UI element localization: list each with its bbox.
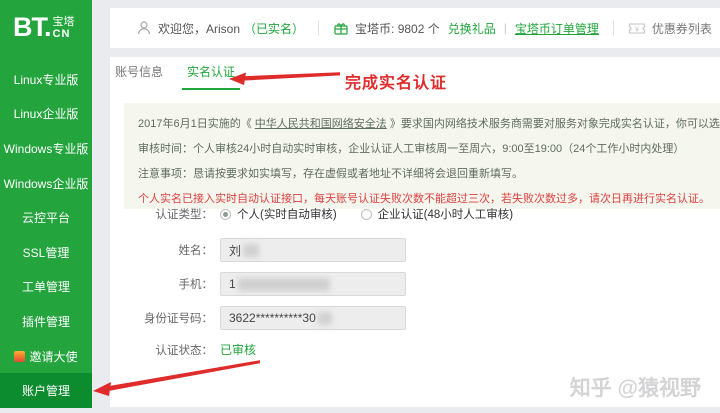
- welcome-text: 欢迎您，Arison: [158, 20, 240, 37]
- notice-line-review-time: 审核时间：个人审核24小时自动实时审核，企业认证人工审核周一至周六，9:00至1…: [138, 137, 720, 162]
- redaction-blur: [238, 278, 330, 291]
- name-label: 姓名：: [110, 242, 213, 258]
- sidebar-item-label: Linux企业版: [14, 105, 79, 122]
- sidebar-item-account-management[interactable]: 账户管理: [0, 373, 92, 408]
- tab-account-info[interactable]: 账号信息: [110, 57, 168, 90]
- pipe-separator: |: [504, 21, 507, 35]
- coin-balance: 宝塔币: 9802 个: [355, 20, 440, 37]
- status-row: 认证状态： 已审核: [110, 341, 256, 358]
- sidebar-item-linux-enterprise[interactable]: Linux企业版: [0, 97, 92, 132]
- annotation-complete-verification: 完成实名认证: [345, 69, 447, 93]
- verification-type-row: 认证类型： 个人(实时自动审核) 企业认证(48小时人工审核): [110, 206, 537, 222]
- gift-icon: [333, 20, 349, 36]
- notice-line-caution: 注意事项：恳请按要求如实填写，存在虚假或者地址不详细将会退回重新填写。: [138, 162, 720, 187]
- notice-text: 2017年6月1日实施的《: [138, 118, 255, 130]
- main-content: 账号信息 实名认证 2017年6月1日实施的《 中华人民共和国网络安全法 》要求…: [110, 57, 720, 407]
- divider: [613, 20, 614, 36]
- notice-text: 》要求国内网络技术服务商需要对服务对象完成实名认证，你可以选择任意一种方式完成认…: [387, 118, 720, 130]
- notice-box: 2017年6月1日实施的《 中华人民共和国网络安全法 》要求国内网络技术服务商需…: [124, 103, 720, 209]
- radio-personal-label[interactable]: 个人(实时自动审核): [237, 206, 337, 222]
- phone-row: 手机： 1: [110, 272, 406, 296]
- exchange-gifts-link[interactable]: 兑换礼品: [448, 20, 496, 37]
- page: BT. 宝塔 CN Linux专业版 Linux企业版 Windows专业版 W…: [0, 0, 720, 413]
- sidebar-item-plugins[interactable]: 插件管理: [0, 304, 92, 339]
- svg-text:¥: ¥: [635, 26, 639, 33]
- invite-ambassador-icon: [14, 351, 25, 362]
- coin-section: 宝塔币: 9802 个 兑换礼品 | 宝塔币订单管理: [333, 20, 599, 37]
- coupons-section: ¥ 优惠券列表: [628, 20, 712, 37]
- status-label: 认证状态：: [110, 342, 213, 358]
- sidebar-item-label: Linux专业版: [14, 71, 79, 88]
- logo-bt-text: BT.: [13, 14, 51, 41]
- sidebar-item-linux-pro[interactable]: Linux专业版: [0, 62, 92, 97]
- id-number-value: 3622**********30: [229, 311, 316, 325]
- phone-label: 手机：: [110, 276, 213, 292]
- user-icon: [136, 20, 152, 36]
- sidebar-item-label: 账户管理: [22, 382, 70, 399]
- sidebar-item-ssl[interactable]: SSL管理: [0, 235, 92, 270]
- tab-bar: 账号信息 实名认证: [110, 57, 240, 90]
- name-input[interactable]: 刘: [220, 238, 406, 262]
- logo-cn-text: CN: [53, 28, 75, 40]
- id-number-row: 身份证号码： 3622**********30: [110, 306, 406, 330]
- sidebar-item-windows-pro[interactable]: Windows专业版: [0, 131, 92, 166]
- id-number-label: 身份证号码：: [110, 310, 213, 326]
- sidebar-menu: Linux专业版 Linux企业版 Windows专业版 Windows企业版 …: [0, 62, 92, 408]
- sidebar-item-label: SSL管理: [23, 244, 70, 261]
- radio-selected-dot: [223, 212, 228, 217]
- sidebar-item-work-orders[interactable]: 工单管理: [0, 270, 92, 305]
- notice-line-law: 2017年6月1日实施的《 中华人民共和国网络安全法 》要求国内网络技术服务商需…: [138, 112, 720, 137]
- coupon-icon: ¥: [628, 22, 646, 35]
- topbar: 欢迎您，Arison （已实名） 宝塔币: 9802 个 兑换礼品 | 宝塔币订…: [110, 8, 720, 48]
- sidebar-item-label: 云控平台: [22, 209, 70, 226]
- sidebar-item-label: 工单管理: [22, 278, 70, 295]
- redaction-blur: [318, 312, 332, 325]
- radio-company[interactable]: [361, 209, 372, 220]
- phone-input[interactable]: 1: [220, 272, 406, 296]
- status-badge: 已审核: [220, 341, 256, 358]
- sidebar-item-label: 邀请大使: [29, 348, 77, 365]
- sidebar-item-label: Windows专业版: [4, 140, 89, 157]
- coin-orders-link[interactable]: 宝塔币订单管理: [515, 20, 599, 37]
- coupon-list-link[interactable]: 优惠券列表: [652, 20, 712, 37]
- radio-company-label[interactable]: 企业认证(48小时人工审核): [378, 206, 513, 222]
- name-value: 刘: [229, 242, 241, 259]
- sidebar-item-label: Windows企业版: [4, 175, 89, 192]
- sidebar-item-cloud-control[interactable]: 云控平台: [0, 200, 92, 235]
- id-number-input[interactable]: 3622**********30: [220, 306, 406, 330]
- zhihu-watermark: 知乎 @猿视野: [570, 372, 701, 402]
- sidebar-item-label: 插件管理: [22, 313, 70, 330]
- sidebar-item-windows-enterprise[interactable]: Windows企业版: [0, 166, 92, 201]
- radio-personal[interactable]: [220, 209, 231, 220]
- logo-baota-text: 宝塔: [53, 16, 75, 28]
- sidebar: BT. 宝塔 CN Linux专业版 Linux企业版 Windows专业版 W…: [0, 0, 92, 408]
- tab-realname-verification[interactable]: 实名认证: [182, 57, 240, 90]
- divider: [318, 20, 319, 36]
- phone-value: 1: [229, 277, 236, 291]
- redaction-blur: [243, 244, 259, 257]
- sidebar-item-invite-ambassador[interactable]: 邀请大使: [0, 339, 92, 374]
- verification-type-label: 认证类型：: [110, 206, 213, 222]
- verification-type-options: 个人(实时自动审核) 企业认证(48小时人工审核): [220, 206, 537, 222]
- bt-logo[interactable]: BT. 宝塔 CN: [0, 0, 92, 41]
- name-row: 姓名： 刘: [110, 238, 406, 262]
- cybersecurity-law-link[interactable]: 中华人民共和国网络安全法: [255, 118, 387, 130]
- verified-badge: （已实名）: [244, 20, 304, 37]
- user-welcome: 欢迎您，Arison （已实名）: [136, 20, 304, 37]
